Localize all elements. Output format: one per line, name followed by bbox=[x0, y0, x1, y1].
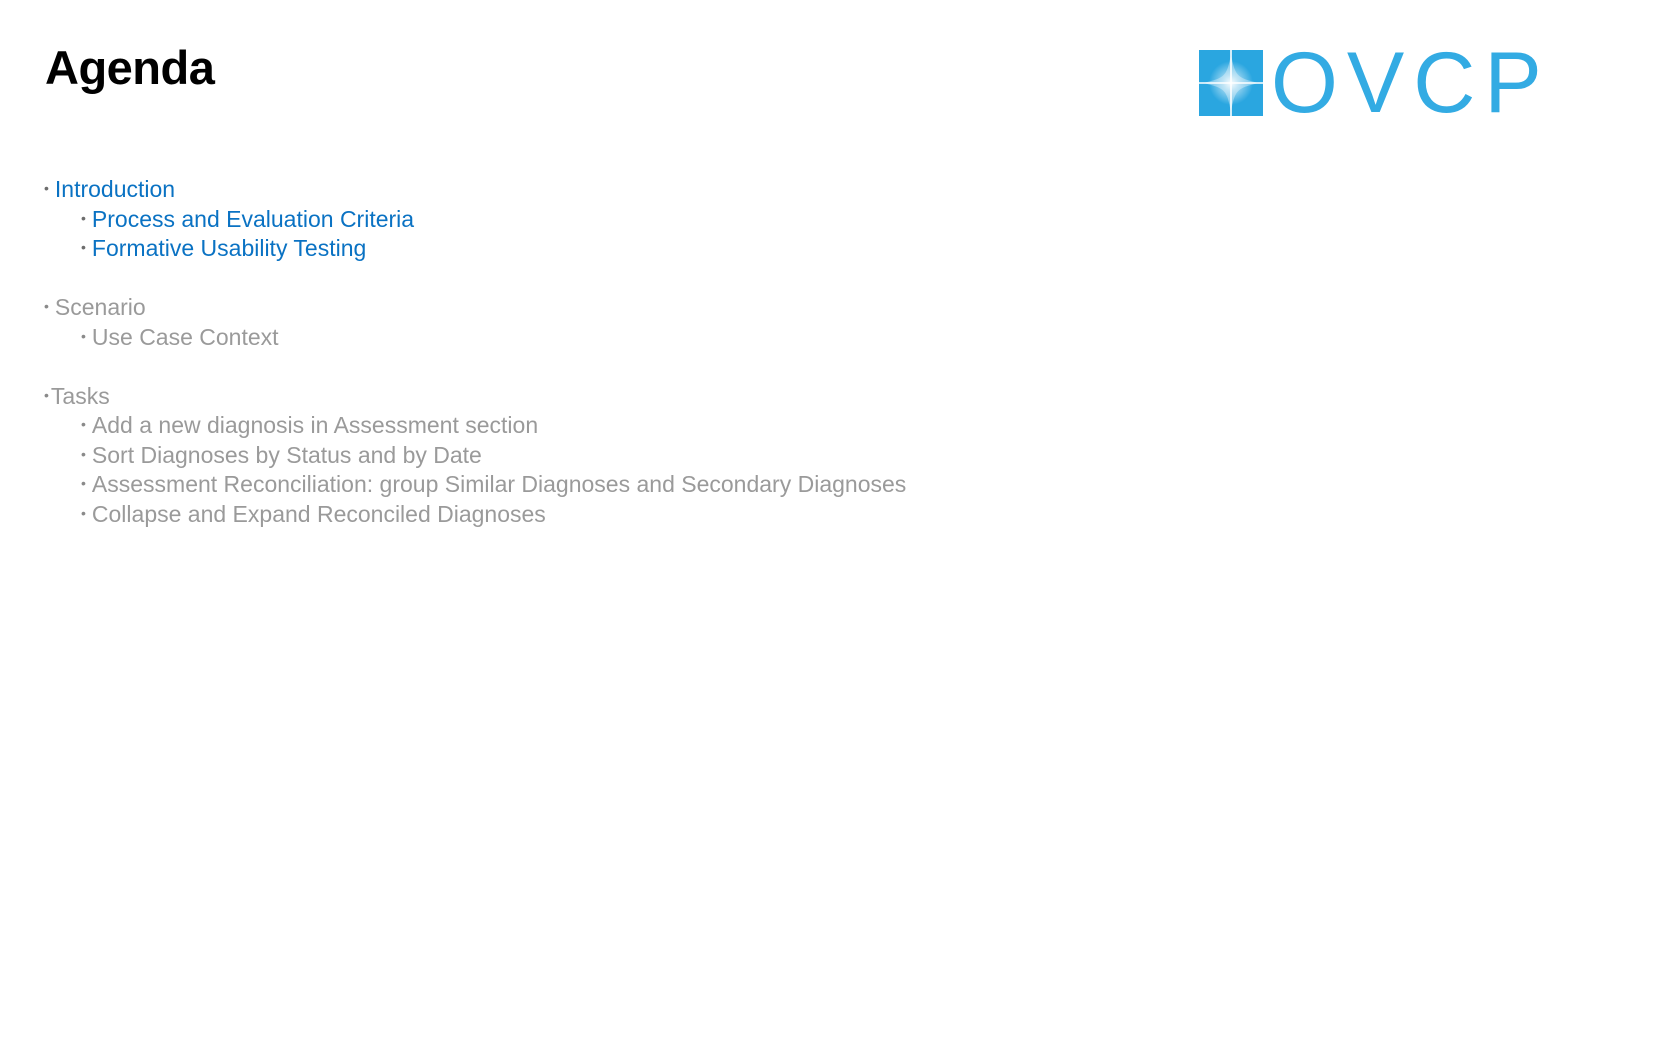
agenda-item-label: Scenario bbox=[54, 294, 146, 320]
agenda-subitem: • Sort Diagnoses by Status and by Date bbox=[44, 440, 906, 470]
agenda-subitem-label: Formative Usability Testing bbox=[91, 235, 367, 261]
agenda-list: • Introduction • Process and Evaluation Cr… bbox=[44, 174, 906, 558]
bullet-icon: • bbox=[81, 239, 86, 255]
agenda-subitem: • Process and Evaluation Criteria bbox=[44, 204, 906, 234]
agenda-subitem-label: Collapse and Expand Reconciled Diagnoses bbox=[91, 500, 546, 527]
agenda-subitem: • Use Case Context bbox=[44, 322, 906, 352]
agenda-section-tasks: •Tasks • Add a new diagnosis in Assessmen… bbox=[44, 381, 906, 529]
agenda-subitem: • Collapse and Expand Reconciled Diagnose… bbox=[44, 499, 906, 529]
agenda-item: • Introduction bbox=[44, 174, 906, 204]
bullet-icon: • bbox=[81, 504, 86, 521]
agenda-subitem-label: Add a new diagnosis in Assessment sectio… bbox=[91, 412, 539, 438]
agenda-section-scenario: • Scenario • Use Case Context bbox=[44, 292, 906, 351]
agenda-item: •Tasks bbox=[44, 381, 906, 411]
ovcp-logo: OVCP bbox=[1199, 35, 1551, 131]
agenda-subitem: • Add a new diagnosis in Assessment secti… bbox=[44, 410, 906, 440]
agenda-item: • Scenario bbox=[44, 292, 906, 322]
bullet-icon: • bbox=[44, 386, 49, 403]
bullet-icon: • bbox=[81, 445, 86, 462]
bullet-icon: • bbox=[81, 416, 86, 432]
logo-text: OVCP bbox=[1271, 35, 1551, 131]
agenda-subitem-label: Use Case Context bbox=[91, 323, 279, 350]
agenda-item-label: Introduction bbox=[54, 176, 176, 202]
slide-title: Agenda bbox=[45, 41, 215, 94]
agenda-subitem-label: Process and Evaluation Criteria bbox=[91, 205, 415, 232]
agenda-subitem: • Assessment Reconciliation: group Simila… bbox=[44, 469, 906, 499]
agenda-subitem: • Formative Usability Testing bbox=[44, 233, 906, 263]
bullet-icon: • bbox=[44, 298, 49, 314]
bullet-icon: • bbox=[81, 475, 86, 491]
bullet-icon: • bbox=[81, 209, 86, 226]
agenda-subitem-label: Assessment Reconciliation: group Similar… bbox=[91, 471, 907, 497]
agenda-section-introduction: • Introduction • Process and Evaluation Cr… bbox=[44, 174, 906, 263]
bullet-icon: • bbox=[81, 327, 86, 344]
agenda-item-label: Tasks bbox=[50, 382, 110, 409]
agenda-subitem-label: Sort Diagnoses by Status and by Date bbox=[91, 441, 482, 468]
bullet-icon: • bbox=[44, 180, 49, 196]
ovcp-logo-mark-icon bbox=[1199, 50, 1263, 116]
